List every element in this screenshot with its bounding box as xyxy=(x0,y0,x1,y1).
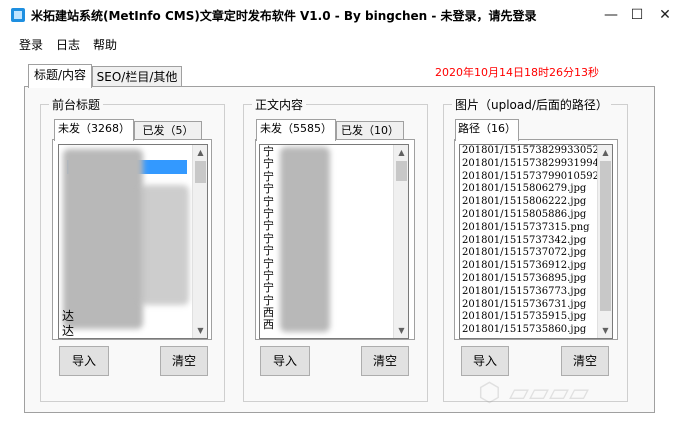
content-clear-button[interactable]: 清空 xyxy=(361,346,409,376)
path-list-item[interactable]: 201801/1515736912.jpg xyxy=(462,260,599,273)
titles-list[interactable]: 达 达 ▲ ▼ xyxy=(58,144,208,339)
content-list-item[interactable]: 宁 xyxy=(263,281,274,294)
titles-scrollbar[interactable]: ▲ ▼ xyxy=(192,145,207,338)
image-path-scrollbar[interactable]: ▲ ▼ xyxy=(597,145,612,338)
path-list-item[interactable]: 201801/1515737072.jpg xyxy=(462,247,599,260)
path-list-item[interactable]: 201801/1515737342.jpg xyxy=(462,235,599,248)
menu-log[interactable]: 日志 xyxy=(56,36,80,53)
scroll-up-icon[interactable]: ▲ xyxy=(396,147,407,158)
tab-seo-column-other[interactable]: SEO/栏目/其他 xyxy=(92,66,182,86)
menu-bar: 登录 日志 帮助 xyxy=(0,32,680,54)
scroll-up-icon[interactable]: ▲ xyxy=(600,147,611,158)
close-icon[interactable]: ✕ xyxy=(650,0,680,30)
path-list-item[interactable]: 201801/1515736895.jpg xyxy=(462,273,599,286)
maximize-icon[interactable]: ☐ xyxy=(622,0,652,30)
scroll-down-icon[interactable]: ▼ xyxy=(600,325,611,336)
titles-group-label: 前台标题 xyxy=(49,96,104,113)
menu-login[interactable]: 登录 xyxy=(19,36,43,53)
scroll-thumb[interactable] xyxy=(600,161,611,311)
watermark-logo: ⬡ ▱▱▱▱ xyxy=(478,378,589,408)
path-list-item[interactable]: 201801/1515805886.jpg xyxy=(462,209,599,222)
path-list-item[interactable]: 201801/1515806279.jpg xyxy=(462,183,599,196)
scroll-down-icon[interactable]: ▼ xyxy=(195,325,206,336)
content-list-item[interactable]: 宁 xyxy=(263,157,274,170)
blurred-content xyxy=(280,147,330,332)
menu-help[interactable]: 帮助 xyxy=(93,36,117,53)
content-import-button[interactable]: 导入 xyxy=(260,346,310,376)
path-list-item[interactable]: 201801/1515806222.jpg xyxy=(462,196,599,209)
title-char: 达 xyxy=(62,324,75,338)
path-list-item[interactable]: 201801/151573799010592 xyxy=(462,171,599,184)
tab-content-unpublished[interactable]: 未发（5585） xyxy=(256,119,336,141)
scroll-up-icon[interactable]: ▲ xyxy=(195,147,206,158)
blurred-titles-right xyxy=(139,185,189,305)
content-list-item[interactable]: 宁 xyxy=(263,219,274,232)
image-path-list[interactable]: 201801/151573829933052 201801/15157382993… xyxy=(459,144,613,339)
scroll-thumb[interactable] xyxy=(396,161,407,181)
content-list-item[interactable]: 西 xyxy=(263,319,274,332)
path-list-item[interactable]: 201801/1515735860.jpg xyxy=(462,324,599,337)
path-list-item[interactable]: 201801/1515736731.jpg xyxy=(462,299,599,312)
window-title: 米拓建站系统(MetInfo CMS)文章定时发布软件 V1.0 - By bi… xyxy=(31,9,537,23)
path-list-items: 201801/151573829933052 201801/15157382993… xyxy=(462,145,599,337)
titles-clear-button[interactable]: 清空 xyxy=(160,346,208,376)
images-clear-button[interactable]: 清空 xyxy=(561,346,609,376)
path-list-item[interactable]: 201801/151573829933052 xyxy=(462,145,599,158)
tab-titles-unpublished[interactable]: 未发（3268） xyxy=(54,119,134,141)
images-import-button[interactable]: 导入 xyxy=(461,346,509,376)
titles-import-button[interactable]: 导入 xyxy=(59,346,109,376)
path-list-item[interactable]: 201801/1515736773.jpg xyxy=(462,286,599,299)
title-bar: 米拓建站系统(MetInfo CMS)文章定时发布软件 V1.0 - By bi… xyxy=(0,0,680,30)
tab-titles-published[interactable]: 已发（5） xyxy=(134,121,202,139)
tab-content-published[interactable]: 已发（10） xyxy=(336,121,404,139)
content-scrollbar[interactable]: ▲ ▼ xyxy=(393,145,408,338)
content-list-items: 宁宁宁宁宁宁宁宁宁宁宁宁宁西西 xyxy=(263,145,274,332)
tab-image-paths[interactable]: 路径（16） xyxy=(455,119,519,141)
content-list[interactable]: 宁宁宁宁宁宁宁宁宁宁宁宁宁西西 ▲ ▼ xyxy=(259,144,409,339)
path-list-item[interactable]: 201801/1515737315.png xyxy=(462,222,599,235)
scroll-thumb[interactable] xyxy=(195,161,206,183)
blurred-titles xyxy=(63,149,143,329)
content-list-item[interactable]: 宁 xyxy=(263,244,274,257)
content-group-label: 正文内容 xyxy=(252,96,307,113)
path-list-item[interactable]: 201801/151573829931994 xyxy=(462,158,599,171)
tab-title-content[interactable]: 标题/内容 xyxy=(28,64,92,88)
images-group-label: 图片（upload/后面的路径） xyxy=(452,96,611,113)
timestamp-label: 2020年10月14日18时26分13秒 xyxy=(435,66,599,79)
path-list-item[interactable]: 201801/1515735915.jpg xyxy=(462,311,599,324)
scroll-down-icon[interactable]: ▼ xyxy=(396,325,407,336)
app-icon xyxy=(11,8,25,22)
content-list-item[interactable]: 宁 xyxy=(263,182,274,195)
